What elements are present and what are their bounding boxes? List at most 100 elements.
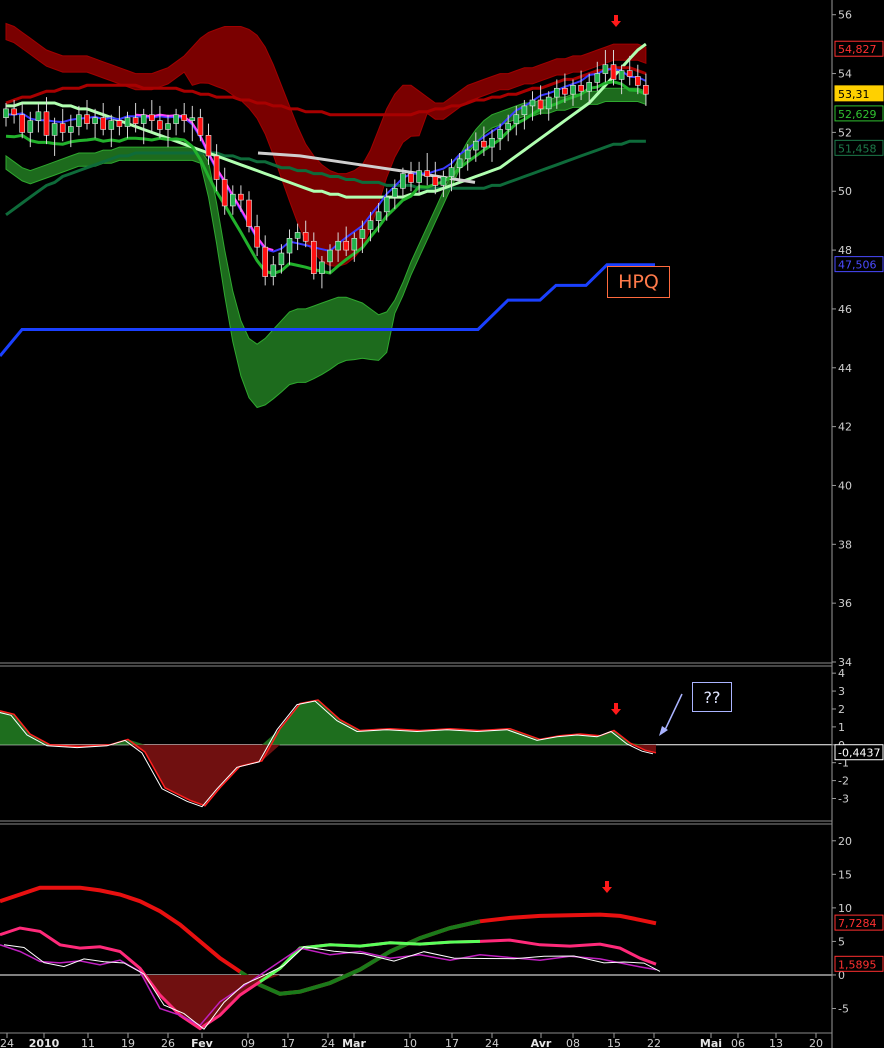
candle-body: [513, 114, 520, 124]
candle-body: [286, 238, 293, 254]
price-value-badge: 52,629: [838, 108, 877, 121]
y-tick-label: 44: [838, 362, 852, 375]
candle-body: [391, 188, 398, 198]
price-value-badge: 53,31: [838, 88, 870, 101]
candle-body: [375, 211, 382, 221]
candle-body: [165, 123, 171, 130]
candle-body: [432, 176, 439, 186]
candle-body: [116, 120, 123, 127]
candle-body: [497, 129, 503, 139]
y-tick-label: 1: [838, 721, 845, 734]
candle-body: [529, 99, 536, 107]
x-tick-label: Avr: [531, 1037, 552, 1048]
candle-body: [51, 123, 58, 136]
y-tick-label: 3: [838, 685, 845, 698]
x-tick-label: 08: [566, 1037, 580, 1048]
candle-body: [472, 140, 479, 151]
ticker-label: HPQ: [607, 266, 670, 298]
x-tick-label: 26: [161, 1037, 175, 1048]
candle-body: [59, 123, 66, 133]
candle-body: [157, 120, 163, 130]
candle-body: [343, 240, 350, 251]
trend-line-thick: [0, 885, 657, 996]
candle-body: [213, 155, 220, 180]
candle-body: [537, 99, 544, 110]
candle-body: [27, 120, 34, 133]
x-tick-label: 06: [731, 1037, 745, 1048]
candle-body: [335, 240, 341, 251]
indicator-value-badge: 1,5895: [838, 958, 877, 971]
candle-body: [383, 196, 390, 213]
indicator-panel: [0, 885, 832, 1031]
y-tick-label: -5: [838, 1003, 849, 1016]
x-tick-label: Mar: [342, 1037, 366, 1048]
candle-body: [238, 193, 244, 201]
x-tick-label: 11: [81, 1037, 95, 1048]
candle-body: [464, 149, 471, 160]
upper-envelope-band: [5, 22, 647, 268]
candle-body: [545, 96, 552, 110]
candle-body: [456, 158, 463, 169]
candle-body: [149, 114, 155, 121]
candle-body: [246, 199, 252, 227]
x-tick-label: 22: [647, 1037, 661, 1048]
candle-body: [626, 70, 633, 77]
candle-body: [68, 126, 74, 133]
candle-body: [416, 170, 422, 183]
x-tick-label: 15: [607, 1037, 621, 1048]
x-tick-label: 09: [241, 1037, 255, 1048]
y-tick-label: 56: [838, 9, 852, 22]
candle-body: [19, 114, 26, 133]
x-tick-label: 20: [809, 1037, 823, 1048]
candle-body: [562, 87, 568, 95]
y-tick-label: 40: [838, 479, 852, 492]
y-tick-label: 20: [838, 835, 852, 848]
y-tick-label: 15: [838, 868, 852, 881]
y-tick-label: 50: [838, 185, 852, 198]
y-tick-label: -2: [838, 775, 849, 788]
y-tick-label: 38: [838, 538, 852, 551]
y-tick-label: 10: [838, 902, 852, 915]
candle-body: [100, 117, 106, 130]
candle-body: [205, 135, 212, 157]
candle-body: [359, 229, 366, 239]
y-tick-label: 52: [838, 126, 852, 139]
candle-body: [92, 117, 98, 124]
candle-body: [643, 85, 649, 95]
candle-body: [221, 179, 228, 207]
candle-body: [602, 64, 609, 74]
candle-body: [270, 264, 277, 277]
x-tick-label: 17: [281, 1037, 295, 1048]
y-tick-label: 4: [838, 667, 845, 680]
oscillator-negative-area: [0, 744, 656, 806]
candle-body: [173, 114, 179, 124]
candle-body: [400, 173, 406, 189]
y-tick-label: 46: [838, 303, 852, 316]
price-value-badge: 54,827: [838, 43, 877, 56]
candle-body: [570, 85, 576, 95]
candle-body: [594, 73, 601, 83]
signal-arrow-icon: [611, 703, 621, 715]
candle-body: [424, 170, 431, 177]
candle-body: [124, 117, 131, 127]
candle-body: [43, 111, 50, 136]
x-tick-label: 19: [121, 1037, 135, 1048]
candle-body: [618, 70, 625, 80]
signal-arrow-icon: [611, 15, 621, 27]
candle-body: [3, 108, 9, 118]
candle-body: [440, 176, 447, 186]
y-tick-label: -3: [838, 793, 849, 806]
x-tick-label: 24: [0, 1037, 14, 1048]
oscillator-positive-area: [0, 700, 656, 745]
indicator-value-badge: 7,7284: [838, 917, 877, 930]
question-annotation: ??: [692, 682, 732, 712]
candle-body: [132, 117, 139, 124]
trend-line-thick-green: [238, 919, 481, 996]
chart-canvas: 343638404244464850525456-3-2-101234-5051…: [0, 0, 884, 1048]
candle-body: [254, 226, 260, 248]
price-value-badge: 51,458: [838, 142, 877, 155]
candle-body: [310, 240, 317, 274]
candle-body: [302, 232, 309, 242]
candle-body: [230, 193, 236, 207]
candle-body: [610, 64, 617, 80]
